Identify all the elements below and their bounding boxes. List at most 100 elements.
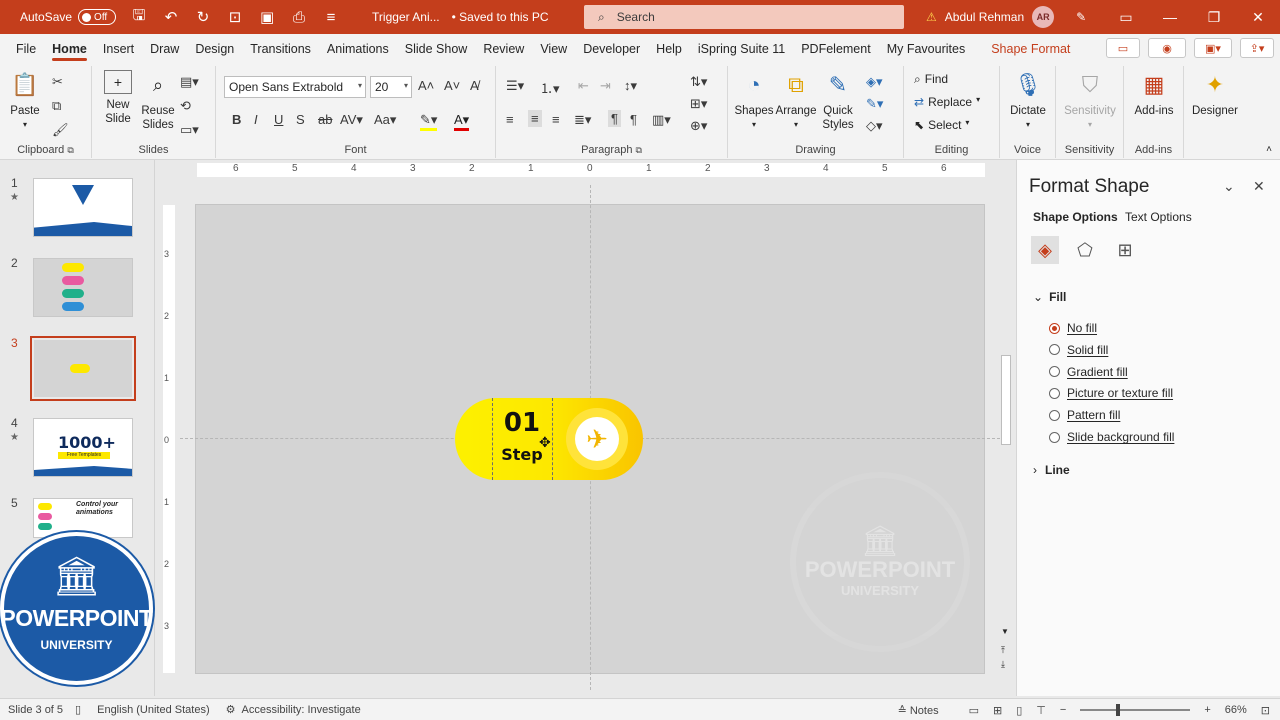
dictate-button[interactable]: 🎙 Dictate ▾ (1008, 70, 1048, 132)
present-icon[interactable]: ⊡ (226, 8, 244, 26)
clipboard-launcher-icon[interactable]: ⧉ (67, 145, 73, 155)
tab-animations[interactable]: Animations (319, 34, 397, 64)
radio-button[interactable] (1049, 431, 1060, 443)
tab-insert[interactable]: Insert (95, 34, 142, 64)
ltr-icon[interactable]: ¶ (608, 110, 621, 127)
numbering-icon[interactable]: ⒈▾ (540, 78, 560, 97)
autosave[interactable]: AutoSave Off (20, 9, 117, 25)
reading-view-icon[interactable]: ▯ (1016, 704, 1022, 717)
collapse-ribbon-icon[interactable]: ˄ (1266, 144, 1272, 155)
shape-outline-icon[interactable]: ✎▾ (866, 96, 883, 112)
size-properties-icon[interactable]: ⊞ (1111, 236, 1139, 264)
tab-shape-format[interactable]: Shape Format (983, 34, 1078, 64)
customize-qat-icon[interactable]: ≡ (322, 9, 340, 26)
fill-option-picture-or-texture-fill[interactable]: Picture or texture fill (1049, 386, 1173, 400)
ribbon-display-icon[interactable]: ▭ (1104, 9, 1148, 26)
notes-button[interactable]: ≙ Notes (898, 704, 939, 717)
tab-file[interactable]: File (0, 34, 44, 64)
tab-view[interactable]: View (532, 34, 575, 64)
tab-text-options[interactable]: Text Options (1125, 210, 1192, 224)
change-case-icon[interactable]: Aa▾ (374, 112, 396, 128)
cut-icon[interactable]: ✂ (52, 74, 63, 90)
replace-button[interactable]: ⇄ Replace ▾ (914, 95, 980, 109)
grow-font-icon[interactable]: A˄ (418, 78, 434, 93)
radio-button[interactable] (1049, 409, 1060, 421)
spelling-icon[interactable]: ▯ (75, 703, 81, 716)
clear-format-icon[interactable]: A̸ (470, 78, 479, 93)
decrease-indent-icon[interactable]: ⇤ (578, 78, 589, 94)
designer-button[interactable]: ✦ Designer (1190, 70, 1240, 118)
close-icon[interactable]: ✕ (1236, 9, 1280, 26)
scrollbar-thumb[interactable] (1001, 355, 1011, 445)
shape-effects-icon[interactable]: ◇▾ (866, 118, 883, 134)
radio-button[interactable] (1049, 366, 1060, 378)
radio-button[interactable] (1049, 322, 1060, 334)
tab-slide-show[interactable]: Slide Show (397, 34, 476, 64)
layout-icon[interactable]: ▤▾ (180, 74, 199, 90)
quick-styles-button[interactable]: ✎ Quick Styles (816, 70, 860, 132)
pane-close-icon[interactable]: ✕ (1253, 178, 1265, 195)
previous-slide-icon[interactable]: ⤒ (1001, 645, 1005, 656)
char-spacing-icon[interactable]: AV▾ (340, 112, 363, 128)
copy-icon[interactable]: ⧉ (52, 98, 61, 114)
align-center-icon[interactable]: ≡ (528, 110, 542, 127)
align-text-icon[interactable]: ⊞▾ (690, 96, 707, 112)
fill-option-gradient-fill[interactable]: Gradient fill (1049, 365, 1128, 379)
tab-my-favourites[interactable]: My Favourites (879, 34, 974, 64)
user-area[interactable]: ⚠ Abdul Rehman AR ✎ (926, 0, 1086, 34)
minimize-icon[interactable]: — (1148, 9, 1192, 25)
text-direction-icon[interactable]: ⇅▾ (690, 74, 707, 90)
tab-help[interactable]: Help (648, 34, 690, 64)
rtl-icon[interactable]: ¶ (630, 112, 637, 127)
redo-icon[interactable]: ↻ (194, 8, 212, 26)
save-icon[interactable]: 🖫 (130, 5, 148, 30)
slide-thumb-2[interactable] (33, 258, 133, 317)
line-spacing-icon[interactable]: ↕▾ (624, 78, 637, 94)
slide-thumb-1[interactable] (33, 178, 133, 237)
undo-icon[interactable]: ↶ (162, 8, 180, 26)
vertical-scrollbar[interactable]: ▼ ⤒ ⤓ (998, 175, 1014, 675)
slide-sorter-icon[interactable]: ⊞ (993, 704, 1002, 717)
tab-developer[interactable]: Developer (575, 34, 648, 64)
slideshow-view-icon[interactable]: ⊤ (1036, 704, 1046, 717)
fill-section-header[interactable]: ⌄ Fill (1033, 290, 1066, 304)
tab-draw[interactable]: Draw (142, 34, 187, 64)
presenter-icon[interactable]: ▣ (258, 8, 276, 26)
shapes-button[interactable]: ◔ Shapes ▾ (734, 70, 774, 132)
radio-button[interactable] (1049, 344, 1060, 356)
slide-thumb-4[interactable]: 1000+ Free Templates (33, 418, 133, 477)
zoom-slider[interactable] (1080, 704, 1191, 716)
zoom-slider-knob[interactable] (1116, 704, 1121, 716)
underline-icon[interactable]: U (274, 112, 283, 127)
sensitivity-button[interactable]: ⛉ Sensitivity ▾ (1062, 70, 1118, 132)
columns-icon[interactable]: ▥▾ (652, 112, 671, 128)
normal-view-icon[interactable]: ▭ (969, 704, 979, 717)
font-name-select[interactable]: Open Sans Extrabold ▾ (224, 76, 366, 98)
tab-ispring-suite-11[interactable]: iSpring Suite 11 (690, 34, 793, 64)
select-button[interactable]: ⬉ Select ▾ (914, 118, 969, 132)
highlight-icon[interactable]: ✎▾ (420, 112, 438, 131)
fill-option-solid-fill[interactable]: Solid fill (1049, 343, 1108, 357)
teams-icon[interactable]: ▣▾ (1194, 38, 1232, 58)
print-icon[interactable]: ⎙ (290, 9, 308, 26)
avatar[interactable]: AR (1032, 6, 1055, 28)
font-color-icon[interactable]: A▾ (454, 112, 470, 131)
find-button[interactable]: ⌕ Find (914, 72, 948, 87)
new-slide-button[interactable]: + New Slide (100, 70, 136, 126)
tab-home[interactable]: Home (44, 34, 95, 64)
smartart-icon[interactable]: ⊕▾ (690, 118, 707, 134)
shrink-font-icon[interactable]: A˅ (444, 78, 460, 93)
effects-icon[interactable]: ⬠ (1071, 236, 1099, 264)
fill-option-no-fill[interactable]: No fill (1049, 321, 1097, 335)
bold-icon[interactable]: B (232, 112, 241, 127)
tab-pdfelement[interactable]: PDFelement (793, 34, 878, 64)
format-painter-icon[interactable]: 🖌 (52, 122, 69, 138)
paste-button[interactable]: 📋 Paste ▾ (10, 70, 40, 132)
language-status[interactable]: English (United States) (97, 704, 210, 716)
reuse-slides-button[interactable]: ⌕ Reuse Slides (140, 70, 176, 132)
tab-review[interactable]: Review (475, 34, 532, 64)
italic-icon[interactable]: I (254, 112, 258, 127)
arrange-button[interactable]: ⧉ Arrange ▾ (776, 70, 817, 132)
font-size-select[interactable]: 20 ▾ (370, 76, 412, 98)
bullets-icon[interactable]: ☰▾ (506, 78, 524, 94)
